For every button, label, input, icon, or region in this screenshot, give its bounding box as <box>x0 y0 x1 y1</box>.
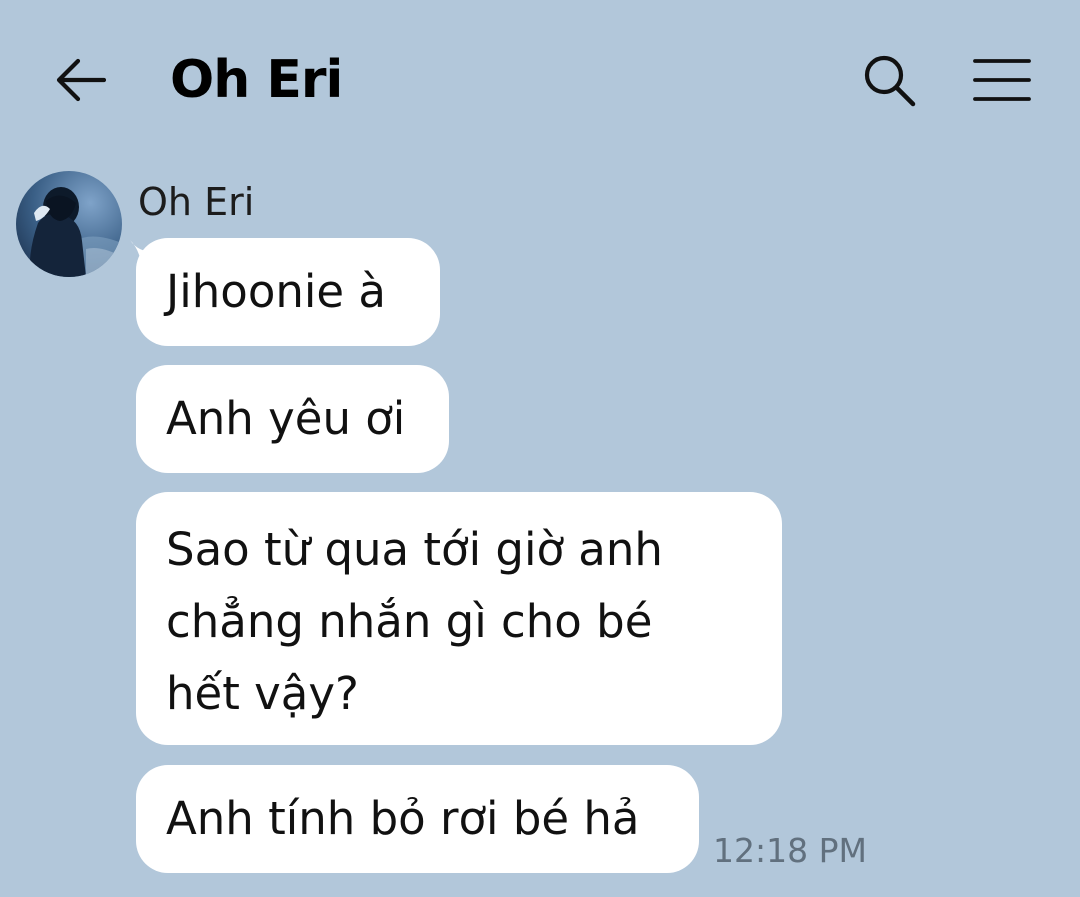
message-text-line: Sao từ qua tới giờ anh <box>166 523 663 576</box>
search-icon <box>864 55 916 107</box>
sender-name: Oh Eri <box>138 180 255 224</box>
sender-avatar[interactable] <box>16 171 122 277</box>
message-text: Anh tính bỏ rơi bé hả <box>166 792 640 845</box>
avatar-photo <box>16 171 122 277</box>
search-button[interactable] <box>858 50 920 110</box>
message-bubble[interactable]: Anh yêu ơi <box>136 365 449 473</box>
chat-title: Oh Eri <box>170 50 343 110</box>
message-timestamp: 12:18 PM <box>713 831 867 870</box>
message-text-line: hết vậy? <box>166 667 359 720</box>
message-text: Jihoonie à <box>166 265 386 318</box>
chat-header: Oh Eri <box>0 0 1080 160</box>
message-bubble[interactable]: Anh tính bỏ rơi bé hả <box>136 765 699 873</box>
message-text-line: chẳng nhắn gì cho bé <box>166 595 653 648</box>
arrow-left-icon <box>56 58 106 102</box>
message-bubble[interactable]: Sao từ qua tới giờ anh chẳng nhắn gì cho… <box>136 492 782 745</box>
message-bubble[interactable]: Jihoonie à <box>136 238 440 346</box>
back-button[interactable] <box>50 52 110 108</box>
menu-button[interactable] <box>968 52 1036 108</box>
message-text: Anh yêu ơi <box>166 392 406 445</box>
hamburger-menu-icon <box>973 59 1031 101</box>
